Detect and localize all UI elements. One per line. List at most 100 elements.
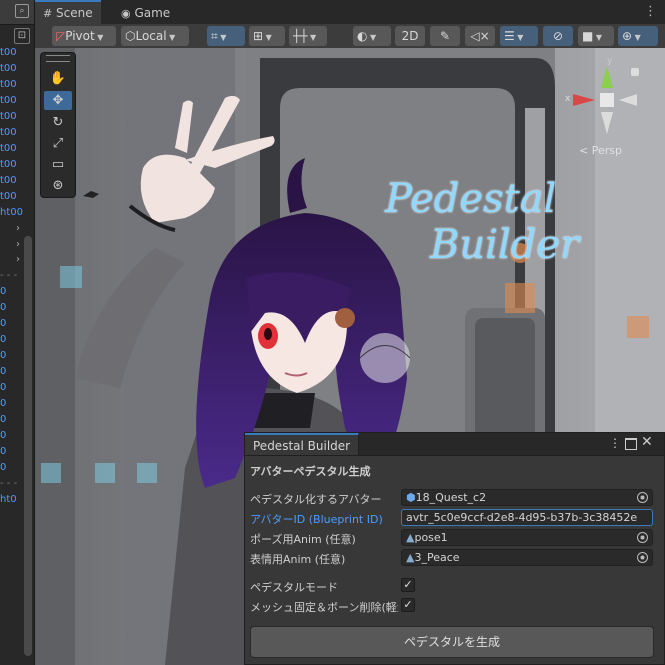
avatar-id-label: アバターID (Blueprint ID) bbox=[250, 513, 383, 526]
more-options-icon[interactable]: ⋮ bbox=[644, 4, 657, 19]
cube-icon: ⬡ bbox=[125, 29, 136, 43]
panel-tab-label: Pedestal Builder bbox=[253, 439, 351, 453]
ruler-icon: ┼┼ bbox=[293, 29, 308, 43]
chevron-down-icon: ▼ bbox=[593, 33, 603, 42]
pose-anim-value: pose1 bbox=[414, 531, 448, 544]
hierarchy-row[interactable]: t00 bbox=[0, 157, 34, 173]
scale-tool-button[interactable]: ⤢ bbox=[44, 134, 72, 153]
pivot-dropdown[interactable]: ◸Pivot ▼ bbox=[52, 26, 116, 46]
panel-tab-bar: Pedestal Builder ⋮ ✕ bbox=[245, 433, 664, 456]
editor-tab-bar: # Scene ◉ Game ⋮ bbox=[35, 0, 665, 26]
audio-toggle[interactable]: ◁× bbox=[465, 26, 495, 46]
tab-game[interactable]: ◉ Game bbox=[113, 2, 178, 24]
grid-snap-icon: ⌗ bbox=[211, 29, 218, 43]
pedestal-builder-title: Pedestal Builder bbox=[385, 176, 635, 268]
hierarchy-header: ⌕ bbox=[0, 0, 34, 25]
mesh-fix-label: メッシュ固定＆ボーン削除(軽量 bbox=[250, 601, 398, 614]
camera-dropdown[interactable]: ■ ▼ bbox=[578, 26, 614, 46]
face-anim-field[interactable]: ▲3_Peace bbox=[401, 549, 653, 566]
rotate-tool-button[interactable]: ↻ bbox=[44, 113, 72, 132]
expand-arrow-icon[interactable]: › bbox=[0, 221, 34, 237]
filter-icon[interactable]: ⊡ bbox=[14, 28, 30, 44]
pedestal-mode-label: ペデスタルモード bbox=[250, 581, 338, 594]
pedestal-builder-window: Pedestal Builder ⋮ ✕ アバターペデスタル生成 ペデスタル化す… bbox=[244, 432, 665, 665]
camera-icon: ■ bbox=[582, 29, 594, 43]
ruler-button[interactable]: ┼┼ ▼ bbox=[289, 26, 327, 46]
avatar-field-label: ペデスタル化するアバター bbox=[250, 493, 382, 506]
pedestal-mode-checkbox[interactable]: ✓ bbox=[401, 578, 415, 592]
tab-pedestal-builder[interactable]: Pedestal Builder bbox=[245, 433, 360, 455]
grid-icon: # bbox=[43, 7, 53, 20]
face-anim-value: 3_Peace bbox=[414, 551, 460, 564]
maximize-icon[interactable] bbox=[625, 438, 637, 450]
object-picker-icon[interactable] bbox=[636, 531, 649, 544]
hierarchy-row[interactable]: t00 bbox=[0, 109, 34, 125]
chevron-down-icon: ▼ bbox=[217, 33, 227, 42]
more-options-icon[interactable]: ⋮ bbox=[609, 436, 621, 450]
rect-tool-button[interactable]: ▭ bbox=[44, 155, 72, 174]
hierarchy-row[interactable]: t00 bbox=[0, 77, 34, 93]
shading-mode-dropdown[interactable]: ◐ ▼ bbox=[353, 26, 391, 46]
pose-anim-label: ポーズ用Anim (任意) bbox=[250, 533, 356, 546]
local-dropdown[interactable]: ⬡Local ▼ bbox=[121, 26, 189, 46]
hierarchy-row[interactable]: t00 bbox=[0, 45, 34, 61]
tab-scene[interactable]: # Scene bbox=[35, 0, 101, 26]
search-icon[interactable]: ⌕ bbox=[15, 4, 29, 18]
rotate-icon: ↻ bbox=[52, 115, 64, 130]
hand-tool-button[interactable]: ✋ bbox=[44, 69, 72, 88]
hierarchy-row[interactable]: t00 bbox=[0, 173, 34, 189]
tab-game-label: Game bbox=[134, 6, 171, 20]
hierarchy-row[interactable]: t00 bbox=[0, 189, 34, 205]
snap-grid-icon: ⊞ bbox=[253, 29, 264, 43]
hierarchy-row[interactable]: t00 bbox=[0, 141, 34, 157]
sphere-icon: ◐ bbox=[357, 29, 368, 43]
drag-handle[interactable] bbox=[46, 55, 70, 62]
layers-icon: ☰ bbox=[504, 29, 515, 43]
move-icon: ✥ bbox=[52, 93, 64, 108]
scene-toolbar: ◸Pivot ▼ ⬡Local ▼ ⌗ ▼ ⊞ ▼ ┼┼ ▼ ◐ ▼ 2D ✎ … bbox=[35, 24, 665, 49]
effects-dropdown[interactable]: ☰ ▼ bbox=[500, 26, 538, 46]
mute-icon: ◁× bbox=[470, 29, 490, 43]
lighting-toggle[interactable]: ✎ bbox=[430, 26, 460, 46]
pivot-label: Pivot bbox=[65, 29, 95, 43]
checkmark-icon: ✓ bbox=[403, 598, 413, 611]
move-tool-button[interactable]: ✥ bbox=[44, 91, 72, 110]
chevron-down-icon: ▼ bbox=[514, 33, 524, 42]
close-icon[interactable]: ✕ bbox=[641, 434, 653, 450]
avatar-value: 18_Quest_c2 bbox=[415, 491, 487, 504]
chevron-down-icon: ▼ bbox=[263, 33, 272, 42]
persp-label[interactable]: < Persp bbox=[579, 144, 622, 157]
scale-icon: ⤢ bbox=[52, 136, 64, 151]
hand-icon: ✋ bbox=[49, 71, 67, 86]
chevron-down-icon: ▼ bbox=[94, 33, 104, 42]
transform-tool-button[interactable]: ⊛ bbox=[44, 176, 72, 195]
avatar-object-field[interactable]: ⬢18_Quest_c2 bbox=[401, 489, 653, 506]
generate-pedestal-button[interactable]: ペデスタルを生成 bbox=[250, 626, 654, 658]
snap-increment-button[interactable]: ⊞ ▼ bbox=[249, 26, 285, 46]
gamepad-icon: ◉ bbox=[121, 7, 131, 20]
scene-visibility-toggle[interactable]: ⊘ bbox=[543, 26, 573, 46]
mesh-fix-checkbox[interactable]: ✓ bbox=[401, 598, 415, 612]
hierarchy-row[interactable]: t00 bbox=[0, 61, 34, 77]
pose-anim-field[interactable]: ▲pose1 bbox=[401, 529, 653, 546]
hierarchy-row[interactable]: ht00 bbox=[0, 205, 34, 221]
hierarchy-row[interactable]: t00 bbox=[0, 125, 34, 141]
gizmos-dropdown[interactable]: ⊕ ▼ bbox=[618, 26, 658, 46]
generate-button-label: ペデスタルを生成 bbox=[403, 635, 500, 649]
tools-palette: ✋ ✥ ↻ ⤢ ▭ ⊛ bbox=[40, 52, 76, 198]
transform-icon: ⊛ bbox=[52, 178, 64, 193]
rect-icon: ▭ bbox=[51, 157, 65, 172]
object-picker-icon[interactable] bbox=[636, 551, 649, 564]
grid-snap-toggle[interactable]: ⌗ ▼ bbox=[207, 26, 245, 46]
pivot-icon: ◸ bbox=[56, 29, 66, 43]
hierarchy-scrollbar[interactable] bbox=[24, 236, 32, 656]
gizmo-x-label: x bbox=[565, 94, 571, 104]
hierarchy-row[interactable]: t00 bbox=[0, 93, 34, 109]
section-title: アバターペデスタル生成 bbox=[250, 465, 371, 478]
lightbulb-icon: ✎ bbox=[439, 29, 451, 43]
avatar-id-input[interactable]: avtr_5c0e9ccf-d2e8-4d95-b37b-3c38452e bbox=[401, 509, 653, 526]
object-picker-icon[interactable] bbox=[636, 491, 649, 504]
mode-2d-toggle[interactable]: 2D bbox=[395, 26, 425, 46]
chevron-down-icon: ▼ bbox=[367, 33, 377, 42]
title-line2: Builder bbox=[430, 222, 580, 268]
